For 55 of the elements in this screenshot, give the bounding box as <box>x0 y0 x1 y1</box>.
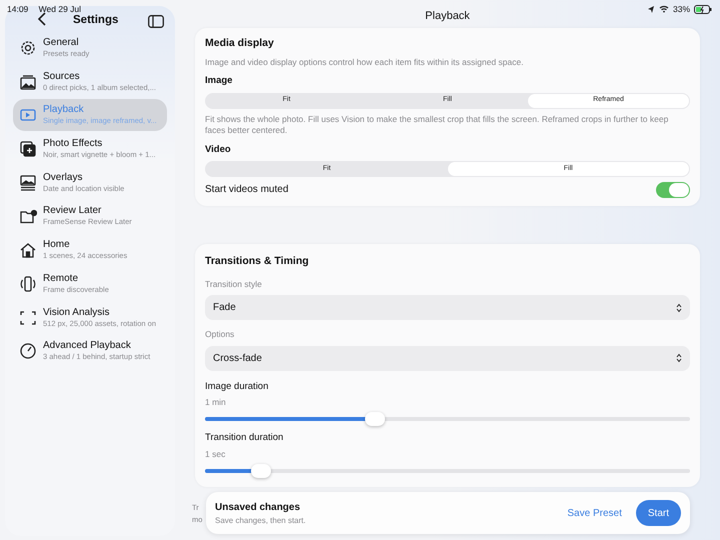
field-label: Video <box>205 142 232 156</box>
battery-icon <box>694 4 712 14</box>
toast-title: Unsaved changes <box>215 500 302 514</box>
wifi-icon <box>658 5 669 14</box>
slider-label: Transition duration <box>205 431 284 446</box>
gear-icon <box>19 39 37 57</box>
toggle-label: Start videos muted <box>205 183 288 198</box>
gauge-icon <box>19 342 37 360</box>
battery-percent: 33% <box>672 3 690 16</box>
save-preset-button[interactable]: Save Preset <box>559 506 630 520</box>
slider-thumb[interactable] <box>364 412 385 426</box>
item-title: Vision Analysis <box>43 306 111 318</box>
house-icon <box>19 241 37 260</box>
toggle-switch[interactable] <box>656 182 690 198</box>
item-title: Home <box>43 239 71 252</box>
sidebar-title: Settings <box>73 13 118 28</box>
field-label: Transition style <box>205 278 263 290</box>
folder-plus-icon <box>19 207 37 226</box>
back-icon[interactable] <box>38 12 46 26</box>
slider-label: Image duration <box>205 380 270 394</box>
section-description: Image and video display options control how each item fits within its assigned space. <box>205 56 524 68</box>
section-title: Transitions & Timing <box>205 254 310 269</box>
help-text: Fit shows the whole photo. Fill uses Vision to make the smallest crop that fills the screen. Reframed crops in further to keep faces better centered. <box>205 114 670 136</box>
dropdown-select[interactable]: Fade <box>205 295 690 320</box>
sidebar-toggle-icon[interactable] <box>148 14 164 28</box>
item-title: Photo Effects <box>43 138 104 150</box>
photo-lines-icon <box>19 174 37 192</box>
photo-plus-icon <box>19 140 37 158</box>
updown-chevron-icon <box>676 353 682 363</box>
item-title: Review Later <box>43 205 102 218</box>
slider-reading: 1 min <box>205 396 227 408</box>
phone-signal-icon <box>19 274 37 293</box>
item-title: Sources <box>43 70 81 83</box>
section-title: Media display <box>205 36 275 51</box>
select-value: Fade <box>213 301 236 315</box>
field-label: Options <box>205 329 236 340</box>
dropdown-select[interactable]: Cross-fade <box>205 346 690 370</box>
item-title: General <box>43 37 80 49</box>
location-icon <box>646 5 655 14</box>
field-label: Image <box>205 74 234 88</box>
status-date: Wed 29 Jul <box>38 4 82 14</box>
page-title: Playback <box>425 8 470 24</box>
toast-subtitle: Save changes, then start. <box>215 514 307 526</box>
viewfinder-icon <box>19 308 37 326</box>
slider-reading: 1 sec <box>205 448 226 460</box>
item-title: Advanced Playback <box>43 340 132 352</box>
item-title: Overlays <box>43 172 84 184</box>
select-value: Cross-fade <box>213 352 262 366</box>
photo-stack-icon <box>19 72 37 91</box>
status-time: 14:09 <box>7 4 28 14</box>
item-title: Playback <box>43 104 85 116</box>
updown-chevron-icon <box>676 302 682 312</box>
start-button[interactable]: Start <box>636 500 681 526</box>
item-title: Remote <box>43 272 80 285</box>
slider-thumb[interactable] <box>250 464 271 478</box>
